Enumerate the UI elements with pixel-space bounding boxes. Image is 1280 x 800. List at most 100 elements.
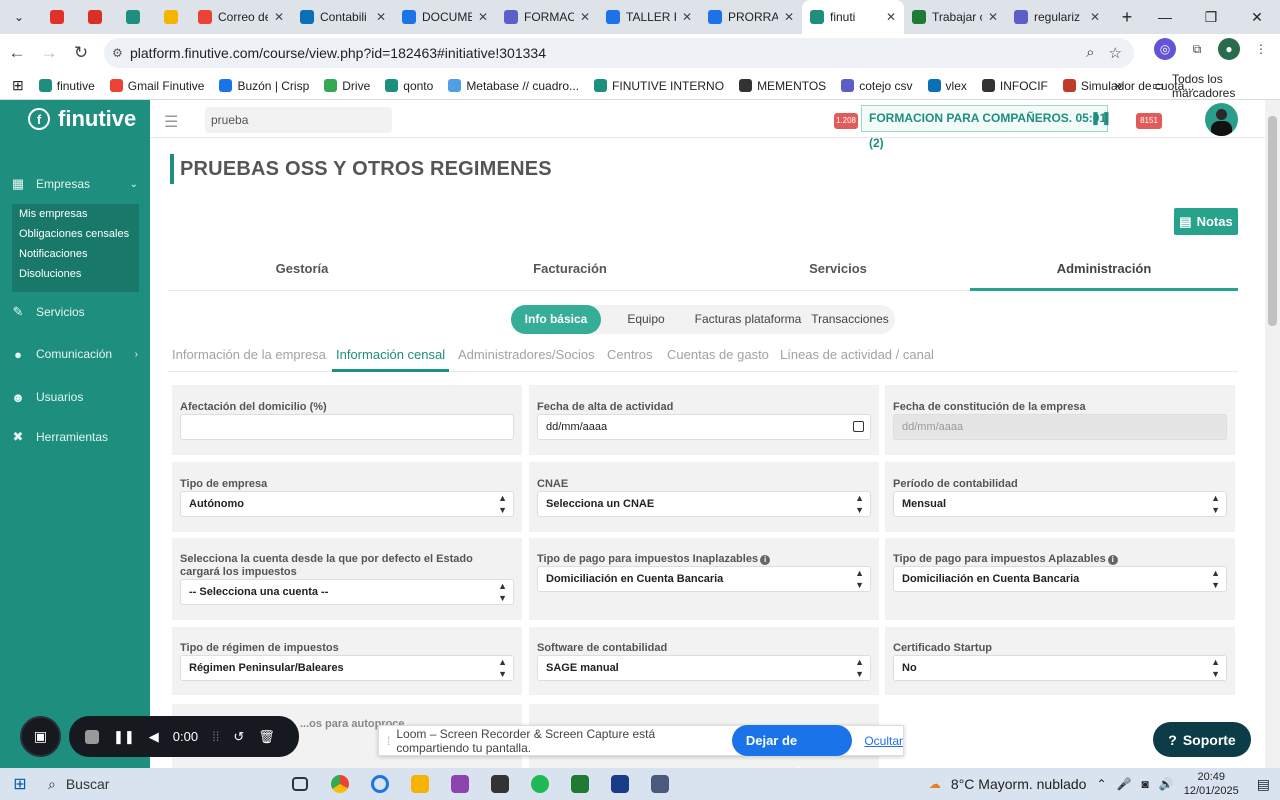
drag-handle-icon[interactable]: ⁞: [387, 734, 390, 748]
logo[interactable]: f finutive: [28, 106, 136, 132]
bookmark-item[interactable]: MEMENTOS: [739, 79, 826, 93]
pause-icon[interactable]: ❚❚: [113, 729, 135, 745]
pill-transacciones[interactable]: Transacciones: [805, 305, 895, 334]
drag-handle-icon[interactable]: ⁞⁞: [212, 729, 219, 744]
bookmark-item[interactable]: INFOCIF: [981, 79, 1048, 93]
stop-sharing-button[interactable]: Dejar de compartir: [731, 725, 853, 779]
subtab-centros[interactable]: Centros: [607, 346, 653, 372]
excel-icon[interactable]: [560, 768, 600, 800]
close-tab-icon[interactable]: ✕: [376, 10, 386, 24]
periodo-select[interactable]: Mensual ▲ ▼: [893, 491, 1227, 517]
bookmark-item[interactable]: Gmail Finutive: [109, 79, 204, 93]
sidebar-item-herramientas[interactable]: ✖ Herramientas: [0, 427, 150, 447]
tab-administracion[interactable]: Administración: [970, 257, 1238, 291]
reload-icon[interactable]: ↻: [66, 38, 96, 68]
notification-badge[interactable]: 1.208: [834, 113, 858, 129]
back-icon[interactable]: ←: [2, 38, 32, 68]
company-search-input[interactable]: prueba: [205, 107, 392, 133]
rewind-icon[interactable]: ◀: [149, 729, 159, 745]
tab-servicios[interactable]: Servicios: [704, 257, 972, 291]
hide-link[interactable]: Ocultar: [864, 734, 903, 748]
browser-tab[interactable]: finuti ✕: [802, 0, 904, 34]
zoom-icon[interactable]: ⌕: [1086, 44, 1094, 62]
chevron-up-icon[interactable]: ⌃: [1096, 777, 1106, 791]
cnae-select[interactable]: Selecciona un CNAE ▲ ▼: [537, 491, 871, 517]
bookmark-item[interactable]: FINUTIVE INTERNO: [594, 79, 724, 93]
page-scrollbar[interactable]: [1265, 100, 1280, 768]
submenu-notificaciones[interactable]: Notificaciones: [12, 244, 139, 264]
fecha-alta-input[interactable]: dd/mm/aaaa: [537, 414, 871, 440]
browser-tab[interactable]: Correo de ✕: [190, 0, 292, 34]
bookmark-item[interactable]: Drive: [324, 79, 370, 93]
software-select[interactable]: SAGE manual ▲ ▼: [537, 655, 871, 681]
all-bookmarks[interactable]: Todos los marcadores: [1172, 72, 1280, 100]
sidebar-item-usuarios[interactable]: ☻ Usuarios: [0, 387, 150, 407]
minimize-icon[interactable]: —: [1142, 0, 1188, 34]
regimen-select[interactable]: Régimen Peninsular/Baleares ▲ ▼: [180, 655, 514, 681]
browser-tab[interactable]: Contabili ✕: [292, 0, 394, 34]
sidebar-item-servicios[interactable]: ✎ Servicios: [0, 302, 150, 322]
submenu-mis-empresas[interactable]: Mis empresas: [12, 204, 139, 224]
bookmark-item[interactable]: qonto: [385, 79, 433, 93]
restart-icon[interactable]: ↺: [233, 729, 244, 745]
browser-tab[interactable]: TALLER P ✕: [598, 0, 700, 34]
tab-gestoria[interactable]: Gestoría: [168, 257, 436, 291]
close-tab-icon[interactable]: ✕: [274, 10, 284, 24]
browser-tab[interactable]: regulariz ✕: [1006, 0, 1108, 34]
bookmark-item[interactable]: finutive: [38, 79, 95, 93]
bookmark-item[interactable]: Buzón | Crisp: [219, 79, 309, 93]
pill-info-basica[interactable]: Info básica: [511, 305, 601, 334]
remote-desktop-icon[interactable]: [600, 768, 640, 800]
subtab-informacion-censal[interactable]: Información censal: [332, 346, 450, 372]
browser-tab[interactable]: DOCUME ✕: [394, 0, 496, 34]
taskbar-search[interactable]: ⌕ Buscar: [40, 768, 280, 800]
tab-search-button[interactable]: ⌄: [0, 0, 38, 34]
menu-icon[interactable]: ⋮: [1250, 38, 1272, 60]
close-window-icon[interactable]: ✕: [1234, 0, 1280, 34]
close-tab-icon[interactable]: ✕: [1090, 10, 1100, 24]
notifications-icon[interactable]: ▤: [1257, 776, 1270, 793]
notes-button[interactable]: ▤ Notas: [1174, 208, 1238, 235]
browser-tab[interactable]: FORMAC ✕: [496, 0, 598, 34]
snipping-tool-icon[interactable]: [440, 768, 480, 800]
close-tab-icon[interactable]: ✕: [784, 10, 794, 24]
extensions-icon[interactable]: ⧉: [1186, 38, 1208, 60]
microphone-icon[interactable]: 🎤: [1117, 777, 1132, 791]
info-icon[interactable]: i: [1107, 555, 1118, 565]
submenu-disoluciones[interactable]: Disoluciones: [12, 264, 139, 284]
volume-icon[interactable]: 🔊: [1159, 777, 1174, 791]
trash-icon[interactable]: 🗑: [258, 729, 275, 745]
calculator-icon[interactable]: [640, 768, 680, 800]
submenu-obligaciones-censales[interactable]: Obligaciones censales: [12, 224, 139, 244]
close-tab-icon[interactable]: ✕: [580, 10, 590, 24]
magnifier-app-icon[interactable]: [360, 768, 400, 800]
support-button[interactable]: ? Soporte: [1153, 722, 1251, 757]
bookmark-item[interactable]: Metabase // cuadro...: [448, 79, 579, 93]
loom-extension-icon[interactable]: ◎: [1154, 38, 1176, 60]
browser-tab[interactable]: Trabajar c ✕: [904, 0, 1006, 34]
camera-icon[interactable]: ▣: [20, 716, 61, 757]
subtab-administradores[interactable]: Administradores/Socios: [458, 346, 595, 372]
chrome-icon[interactable]: [320, 768, 360, 800]
bookmark-star-icon[interactable]: ☆: [1109, 44, 1122, 62]
weather-text[interactable]: 8°C Mayorm. nublado: [951, 776, 1087, 792]
close-tab-icon[interactable]: ✕: [478, 10, 488, 24]
apps-icon[interactable]: ⊞: [12, 77, 24, 94]
subtab-informacion-empresa[interactable]: Información de la empresa: [172, 346, 326, 372]
sticky-notes-icon[interactable]: [480, 768, 520, 800]
browser-tab[interactable]: PRORRAT ✕: [700, 0, 802, 34]
bookmark-item[interactable]: vlex: [927, 79, 967, 93]
spotify-icon[interactable]: [520, 768, 560, 800]
alerts-badge[interactable]: 8151: [1136, 113, 1162, 129]
url-input[interactable]: ⚙ platform.finutive.com/course/view.php?…: [104, 38, 1134, 68]
pago-inaplazables-select[interactable]: Domiciliación en Cuenta Bancaria ▲ ▼: [537, 566, 871, 592]
formation-timer[interactable]: FORMACION PARA COMPAÑEROS. 05:01 (2): [861, 105, 1108, 150]
new-tab-button[interactable]: +: [1108, 0, 1146, 34]
info-icon[interactable]: i: [760, 555, 771, 565]
forward-icon[interactable]: →: [34, 38, 64, 68]
sidebar-item-empresas[interactable]: ▦ Empresas ⌄: [0, 174, 150, 194]
clock[interactable]: 20:49 12/01/2025: [1184, 770, 1239, 798]
afectacion-input[interactable]: [180, 414, 514, 440]
startup-select[interactable]: No ▲ ▼: [893, 655, 1227, 681]
subtab-cuentas-gasto[interactable]: Cuentas de gasto: [667, 346, 769, 372]
